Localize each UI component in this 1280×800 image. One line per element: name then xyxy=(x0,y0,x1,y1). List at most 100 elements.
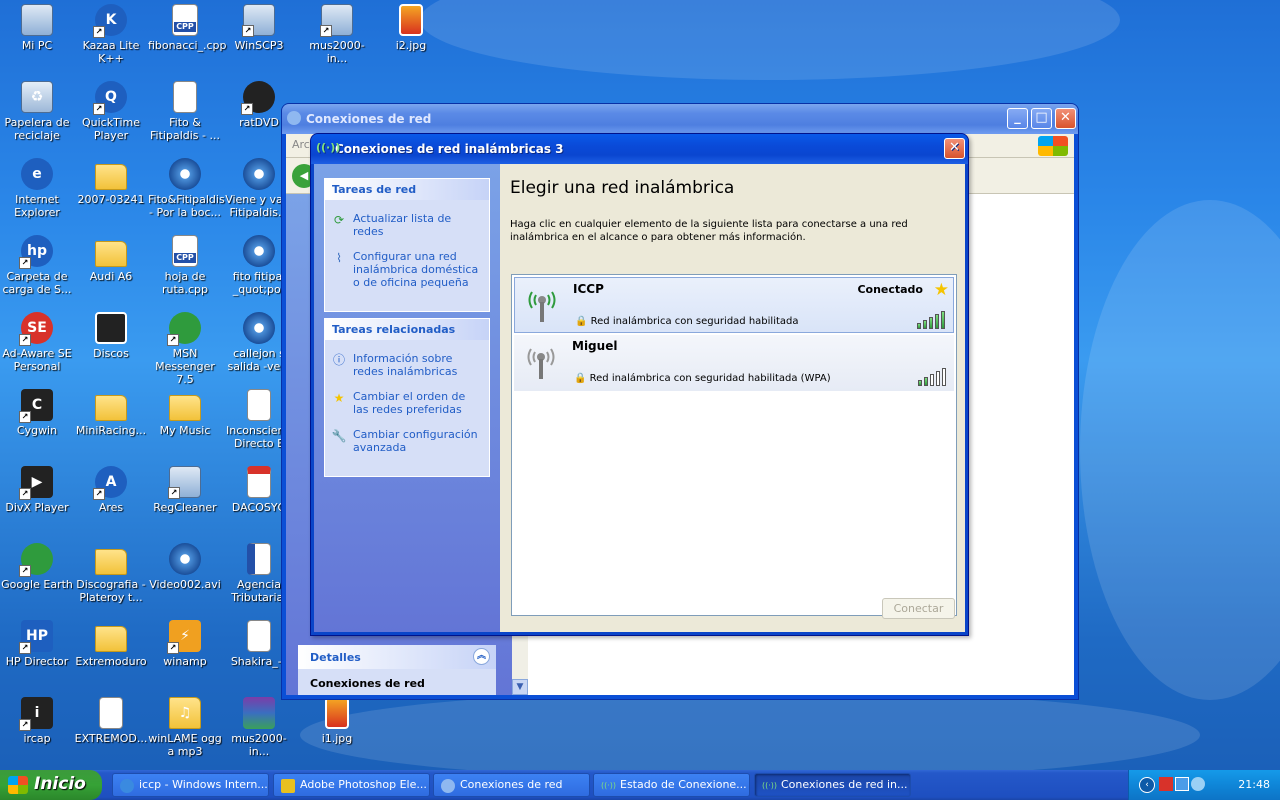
audio-file-icon xyxy=(247,389,271,421)
start-button[interactable]: Inicio xyxy=(0,770,102,800)
desktop-icon-fibonacci[interactable]: fibonacci_.cpp xyxy=(148,4,227,52)
desktop-icon-regcleaner[interactable]: RegCleaner xyxy=(148,466,222,514)
desktop-icon-video002[interactable]: Video002.avi xyxy=(148,543,222,591)
minimize-button[interactable]: _ xyxy=(1007,108,1028,129)
choose-network-description: Haga clic en cualquier elemento de la si… xyxy=(510,219,908,243)
task-refresh-networks[interactable]: ⟳ Actualizar lista de redes xyxy=(331,212,483,238)
close-button[interactable]: ✕ xyxy=(944,138,965,159)
signal-bar xyxy=(918,380,922,386)
maximize-button[interactable]: □ xyxy=(1031,108,1052,129)
connect-button[interactable]: Conectar xyxy=(882,598,955,619)
task-setup-wireless-network[interactable]: ⌇ Configurar una red inalámbrica doméstic… xyxy=(331,250,483,289)
signal-strength-bars xyxy=(917,309,947,329)
task-advanced-settings[interactable]: 🔧 Cambiar configuración avanzada xyxy=(331,428,483,454)
dialog-title: Conexiones de red inalámbricas 3 xyxy=(335,142,564,156)
task-wireless-info[interactable]: ⓘ Información sobre redes inalámbricas xyxy=(331,352,483,378)
desktop-icon-internet-explorer[interactable]: e Internet Explorer xyxy=(0,158,74,219)
desktop-icon-recycle-bin[interactable]: ♻ Papelera de reciclaje xyxy=(0,81,74,142)
desktop-icon-discografia[interactable]: Discografia - Plateroy t... xyxy=(74,543,148,604)
photoshop-icon xyxy=(281,779,295,793)
video-file-icon xyxy=(169,543,201,575)
music-icon: ♫ xyxy=(169,697,201,729)
desktop-icon-divx[interactable]: ▶DivX Player xyxy=(0,466,74,514)
desktop-icon-extremod[interactable]: EXTREMOD... xyxy=(74,697,148,745)
desktop-icon-cygwin[interactable]: CCygwin xyxy=(0,389,74,437)
desktop-icon-my-music[interactable]: My Music xyxy=(148,389,222,437)
desktop-icon-ircap[interactable]: iircap xyxy=(0,697,74,745)
desktop-icon-msn[interactable]: MSN Messenger 7.5 xyxy=(148,312,222,386)
desktop-icon-kazaa[interactable]: KKazaa Lite K++ xyxy=(74,4,148,65)
desktop-icon-fito-1[interactable]: Fito & Fitipaldis - ... xyxy=(148,81,222,142)
network-tasks-panel: Tareas de red ⟳ Actualizar lista de redes… xyxy=(324,178,490,312)
signal-bar xyxy=(924,377,928,386)
tray-volume-icon[interactable] xyxy=(1191,777,1205,791)
wireless-icon: ((·)) xyxy=(316,141,341,154)
taskbar-button-photoshop[interactable]: Adobe Photoshop Ele... xyxy=(273,773,430,797)
divx-player-icon: ▶ xyxy=(19,466,53,500)
info-icon: ⓘ xyxy=(332,353,345,367)
desktop-icon-i2-jpg[interactable]: i2.jpg xyxy=(374,4,448,52)
windows-flag-icon xyxy=(8,776,28,794)
details-header[interactable]: Detalles ︽ xyxy=(298,645,496,669)
network-name: Miguel xyxy=(572,339,618,353)
taskbar-button-connection-status[interactable]: ((·)) Estado de Conexione... xyxy=(593,773,750,797)
desktop-icon-hoja-de-ruta[interactable]: hoja de ruta.cpp xyxy=(148,235,222,296)
desktop-icon-quicktime[interactable]: QQuickTime Player xyxy=(74,81,148,142)
wireless-antenna-icon xyxy=(527,348,555,379)
regcleaner-icon xyxy=(168,466,201,499)
desktop-icon-mus2000-2[interactable]: mus2000-in... xyxy=(222,697,296,758)
tray-expand-icon[interactable]: ‹ xyxy=(1139,777,1155,793)
desktop-icon-folder-2007[interactable]: 2007-03241 xyxy=(74,158,148,206)
desktop-icon-miniracing[interactable]: MiniRacing... xyxy=(74,389,148,437)
desktop-icon-audi-a6[interactable]: Audi A6 xyxy=(74,235,148,283)
task-change-preferred-order[interactable]: ★ Cambiar el orden de las redes preferida… xyxy=(331,390,483,416)
taskbar-button-ie[interactable]: iccp - Windows Intern... xyxy=(112,773,269,797)
system-tray: ‹ 21:48 xyxy=(1128,770,1280,800)
windows-logo-icon xyxy=(1038,136,1068,156)
desktop-icon-mus2000[interactable]: mus2000-in... xyxy=(300,4,374,65)
desktop-icon-mi-pc[interactable]: Mi PC xyxy=(0,4,74,52)
desktop-icon-google-earth[interactable]: Google Earth xyxy=(0,543,74,591)
desktop-icon-hp-director[interactable]: HPHP Director xyxy=(0,620,74,668)
close-button[interactable]: ✕ xyxy=(1055,108,1076,129)
msn-messenger-icon xyxy=(167,312,201,346)
desktop-icon-discos[interactable]: Discos xyxy=(74,312,148,360)
tray-network-icon[interactable] xyxy=(1175,777,1189,791)
desktop-icon-carpeta-carga[interactable]: hpCarpeta de carga de S... xyxy=(0,235,74,296)
winamp-icon: ⚡ xyxy=(167,620,201,654)
wireless-dialog-titlebar[interactable]: ((·)) Conexiones de red inalámbricas 3 ✕ xyxy=(311,134,968,164)
details-panel: Detalles ︽ Conexiones de red xyxy=(298,645,496,695)
scroll-down-button[interactable]: ▼ xyxy=(512,679,528,695)
taskbar-button-network-connections[interactable]: Conexiones de red xyxy=(433,773,590,797)
clock: 21:48 xyxy=(1238,778,1270,791)
tray-app-icon[interactable] xyxy=(1159,777,1173,791)
ratdvd-icon xyxy=(241,81,275,115)
media-file-icon xyxy=(243,158,275,190)
desktop-icon-winlame[interactable]: ♫ winLAME ogg a mp3 xyxy=(148,697,222,758)
desktop-icon-ares[interactable]: AAres xyxy=(74,466,148,514)
network-connections-titlebar[interactable]: Conexiones de red _ □ ✕ xyxy=(282,104,1078,134)
network-item-miguel[interactable]: Miguel 🔒 Red inalámbrica con seguridad h… xyxy=(514,335,954,391)
wireless-connections-dialog[interactable]: ((·)) Conexiones de red inalámbricas 3 ✕… xyxy=(310,133,969,636)
details-item: Conexiones de red xyxy=(310,677,425,690)
lock-icon: 🔒 xyxy=(574,373,587,384)
menu-archivo[interactable]: Arc xyxy=(292,138,310,151)
desktop-icon-i1-jpg[interactable]: i1.jpg xyxy=(300,697,374,745)
desktop-icon-winscp[interactable]: WinSCP3 xyxy=(222,4,296,52)
taskbar-button-wireless-connections[interactable]: ((·)) Conexiones de red in... xyxy=(754,773,911,797)
network-item-iccp[interactable]: ICCP Conectado ★ 🔒 Red inalámbrica con s… xyxy=(514,277,954,333)
quicktime-icon: Q xyxy=(93,81,127,115)
discos-icon xyxy=(95,312,127,344)
lock-icon: 🔒 xyxy=(575,316,588,327)
ad-aware-icon: SE xyxy=(19,312,53,346)
desktop-icon-winamp[interactable]: ⚡winamp xyxy=(148,620,222,668)
wireless-icon: ((·)) xyxy=(601,781,617,790)
security-label: 🔒 Red inalámbrica con seguridad habilita… xyxy=(574,373,831,384)
wallpaper-wave xyxy=(420,0,1120,80)
desktop-icon-fito-2[interactable]: Fito&Fitipaldis - Por la boc... xyxy=(148,158,225,219)
chevron-up-icon[interactable]: ︽ xyxy=(473,648,490,665)
wireless-icon: ((·)) xyxy=(762,781,778,790)
desktop-icon-ad-aware[interactable]: SEAd-Aware SE Personal xyxy=(0,312,74,373)
desktop-icon-extremoduro[interactable]: Extremoduro xyxy=(74,620,148,668)
internet-explorer-icon xyxy=(120,779,134,793)
